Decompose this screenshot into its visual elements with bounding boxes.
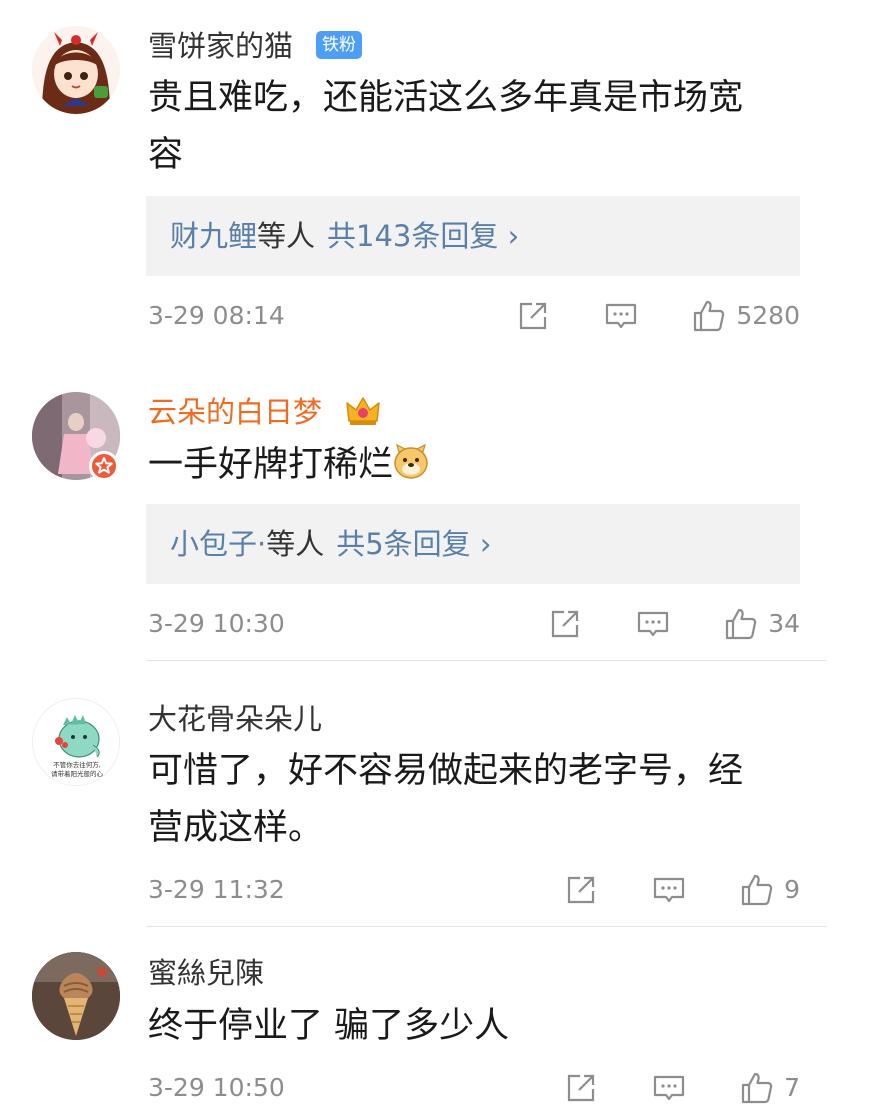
share-icon[interactable]: [564, 1071, 598, 1105]
timestamp: 3-29 10:50: [148, 1073, 285, 1102]
comment-text: 终于停业了 骗了多少人: [148, 998, 808, 1055]
thumbs-up-icon[interactable]: [740, 1071, 774, 1105]
ice-cream-avatar-image: [32, 952, 120, 1040]
username[interactable]: 蜜絲兒陳: [148, 955, 264, 991]
avatar[interactable]: [32, 952, 120, 1040]
comment-meta: 3-29 10:50 7: [148, 1068, 800, 1108]
comment-text-line: 终于停业了 骗了多少人: [148, 1006, 510, 1046]
comment-icon[interactable]: [652, 1071, 686, 1105]
like-count: 7: [784, 1073, 800, 1102]
action-bar: 7: [564, 1068, 800, 1108]
comment-item: 蜜絲兒陳 终于停业了 骗了多少人 3-29 10:50 7: [0, 0, 891, 1120]
